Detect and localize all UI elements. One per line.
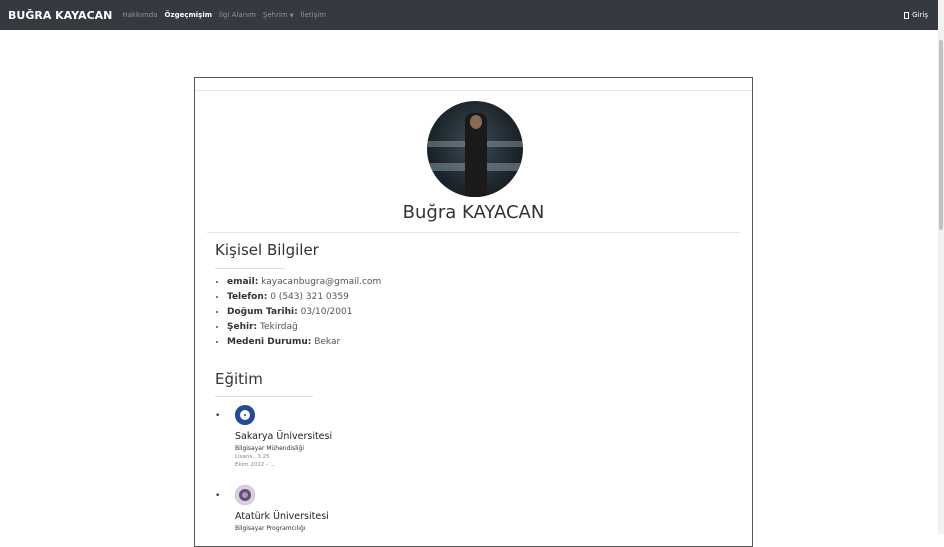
ataturk-university-logo-icon	[235, 485, 255, 505]
personal-heading-underline	[215, 268, 285, 269]
school-name: Sakarya Üniversitesi	[235, 431, 333, 442]
nav-link-ozgecmisim[interactable]: Özgeçmişim	[165, 11, 213, 19]
login-link[interactable]: Giriş	[904, 0, 928, 30]
school-department: Bilgisayar Programcılığı	[235, 525, 306, 532]
education-heading: Eğitim	[215, 370, 263, 388]
sakarya-university-logo-icon	[235, 405, 255, 425]
top-navbar: BUĞRA KAYACAN Hakkımda Özgeçmişim İlgi A…	[0, 0, 938, 30]
school-department: Bilgisayar Mühendisliği	[235, 445, 305, 452]
name-divider	[207, 232, 740, 233]
scrollbar-thumb[interactable]	[939, 40, 943, 230]
brand-link[interactable]: BUĞRA KAYACAN	[8, 9, 112, 22]
school-name: Atatürk Üniversitesi	[235, 511, 329, 522]
page-scrollbar[interactable]	[938, 0, 944, 534]
school-degree: Lisans , 3.25	[235, 454, 270, 460]
card-top-divider	[195, 90, 752, 91]
nav-link-hakkimda[interactable]: Hakkımda	[122, 11, 157, 19]
resume-card: Buğra KAYACAN Kişisel Bilgiler email: ka…	[194, 77, 753, 547]
profile-avatar	[427, 101, 523, 197]
door-icon	[904, 11, 910, 19]
nav-link-ilgi-alanim[interactable]: İlgi Alanım	[219, 11, 256, 19]
personal-info-list: email: kayacanbugra@gmail.com Telefon: 0…	[215, 275, 381, 350]
list-item: email: kayacanbugra@gmail.com	[227, 275, 381, 290]
profile-name: Buğra KAYACAN	[402, 202, 545, 223]
school-dates: Ekim 2022 - ...	[235, 462, 276, 468]
nav-link-sehrim-label: Şehrim	[262, 11, 288, 19]
nav-link-sehrim-dropdown[interactable]: Şehrim ▼	[263, 11, 294, 19]
list-item: Doğum Tarihi: 03/10/2001	[227, 305, 381, 320]
list-item: Şehir: Tekirdağ	[227, 320, 381, 335]
nav-links: Hakkımda Özgeçmişim İlgi Alanım Şehrim ▼ …	[122, 11, 333, 19]
login-label: Giriş	[912, 11, 928, 19]
personal-info-heading: Kişisel Bilgiler	[215, 241, 319, 259]
education-heading-underline	[215, 396, 313, 397]
caret-down-icon: ▼	[289, 13, 294, 19]
nav-link-iletisim[interactable]: İletişim	[301, 11, 326, 19]
list-item: Telefon: 0 (543) 321 0359	[227, 290, 381, 305]
list-item: Medeni Durumu: Bekar	[227, 335, 381, 350]
